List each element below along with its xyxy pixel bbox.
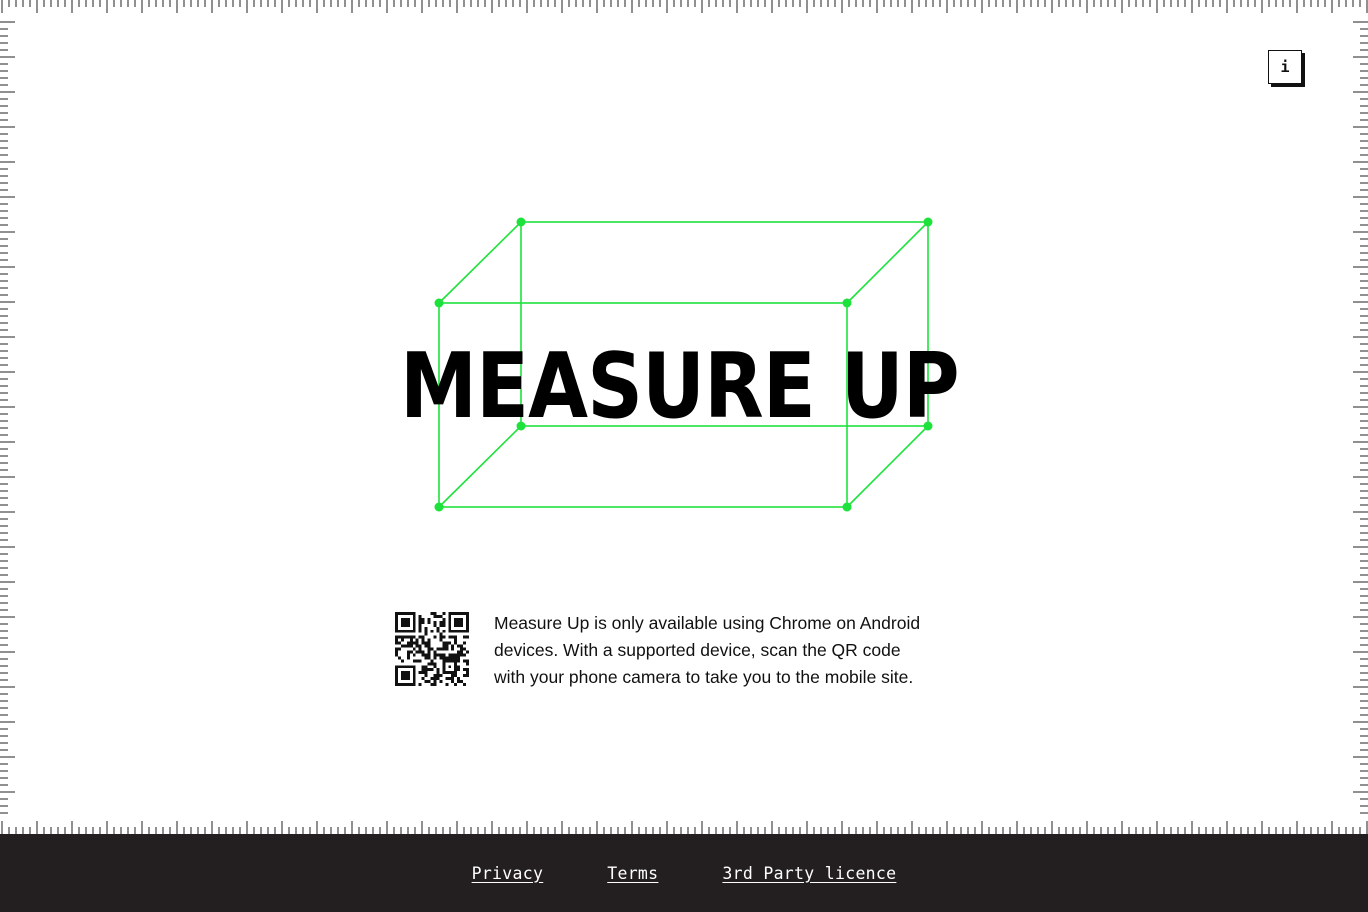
- terms-link[interactable]: Terms: [607, 864, 658, 883]
- info-icon: i: [1280, 58, 1290, 76]
- third-party-licence-link[interactable]: 3rd Party licence: [722, 864, 896, 883]
- qr-code-icon: [395, 612, 469, 686]
- privacy-link[interactable]: Privacy: [472, 864, 544, 883]
- info-button[interactable]: i: [1268, 50, 1302, 84]
- page-title: MEASURE UP: [400, 334, 960, 439]
- availability-message: Measure Up is only available using Chrom…: [494, 613, 921, 687]
- footer: Privacy Terms 3rd Party licence: [0, 834, 1368, 912]
- page: i MEASURE UP Measure Up is only availabl…: [0, 0, 1368, 912]
